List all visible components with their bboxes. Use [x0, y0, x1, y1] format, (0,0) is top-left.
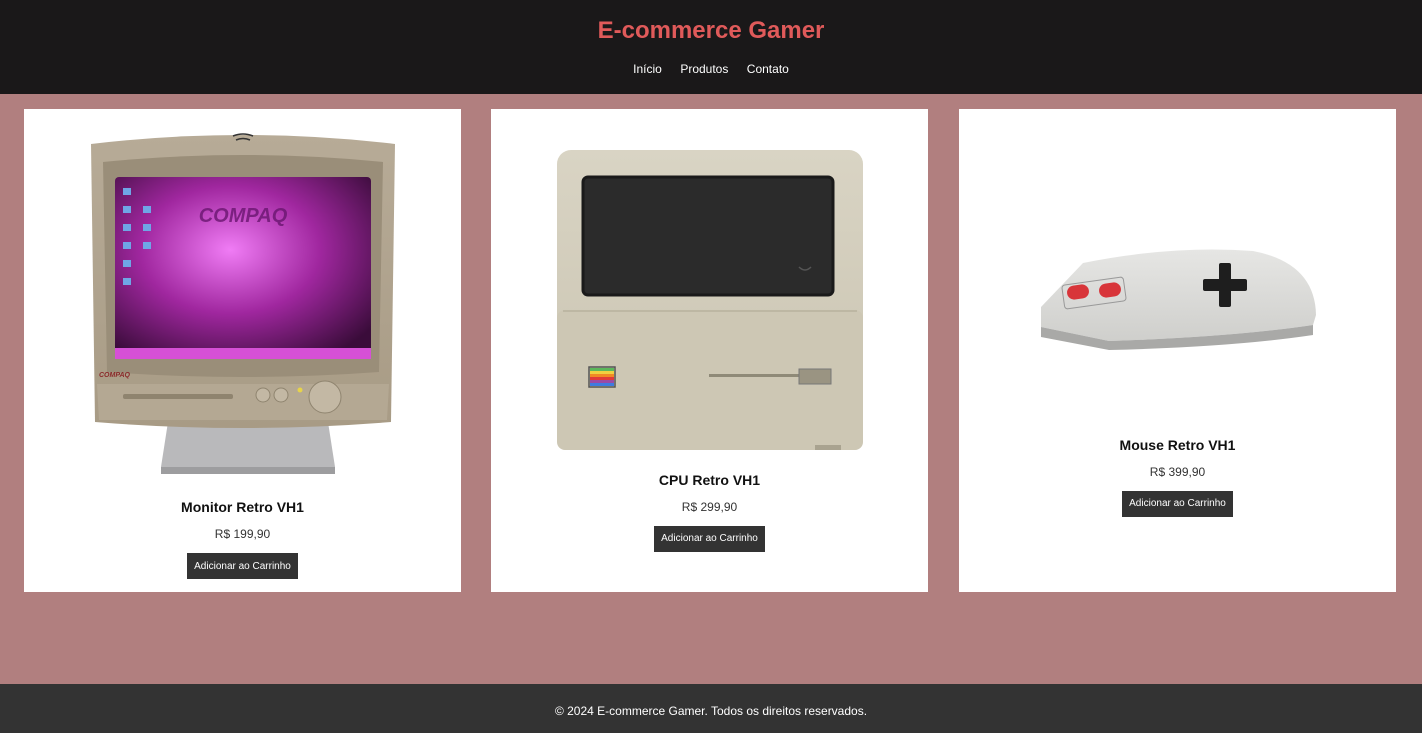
product-name: Mouse Retro VH1	[1119, 436, 1236, 453]
footer-copyright: © 2024 E-commerce Gamer. Todos os direit…	[554, 704, 868, 718]
add-to-cart-button[interactable]: Adicionar ao Carrinho	[187, 553, 298, 579]
product-price: R$ 299,90	[681, 499, 738, 514]
site-title: E-commerce Gamer	[597, 17, 825, 44]
add-to-cart-button[interactable]: Adicionar ao Carrinho	[654, 525, 765, 552]
main-nav: Início Produtos Contato	[0, 60, 1422, 78]
product-price: R$ 399,90	[1149, 464, 1206, 479]
product-name: Monitor Retro VH1	[181, 499, 304, 515]
product-name: CPU Retro VH1	[658, 471, 761, 488]
site-header: E-commerce Gamer Início Produtos Contato	[0, 0, 1422, 94]
nav-link-produtos[interactable]: Produtos	[680, 61, 728, 77]
svg-text:COMPAQ: COMPAQ	[99, 372, 131, 379]
gamepad-mouse-image	[1033, 185, 1323, 425]
product-price: R$ 199,90	[214, 527, 271, 541]
nav-link-inicio[interactable]: Início	[633, 61, 662, 77]
nav-link-contato[interactable]: Contato	[747, 61, 789, 77]
product-card-monitor: COMPAQ COMPAQ Monitor Retro VH1 R$ 199,9	[24, 109, 461, 592]
site-footer: © 2024 E-commerce Gamer. Todos os direit…	[0, 684, 1422, 733]
product-card-mouse: Mouse Retro VH1 R$ 399,90 Adicionar ao C…	[959, 109, 1396, 592]
add-to-cart-button[interactable]: Adicionar ao Carrinho	[1122, 490, 1233, 517]
crt-monitor-image: COMPAQ COMPAQ	[73, 122, 413, 487]
product-card-cpu: CPU Retro VH1 R$ 299,90 Adicionar ao Car…	[491, 109, 928, 592]
retro-computer-image	[555, 149, 865, 460]
svg-text:COMPAQ: COMPAQ	[198, 205, 287, 227]
